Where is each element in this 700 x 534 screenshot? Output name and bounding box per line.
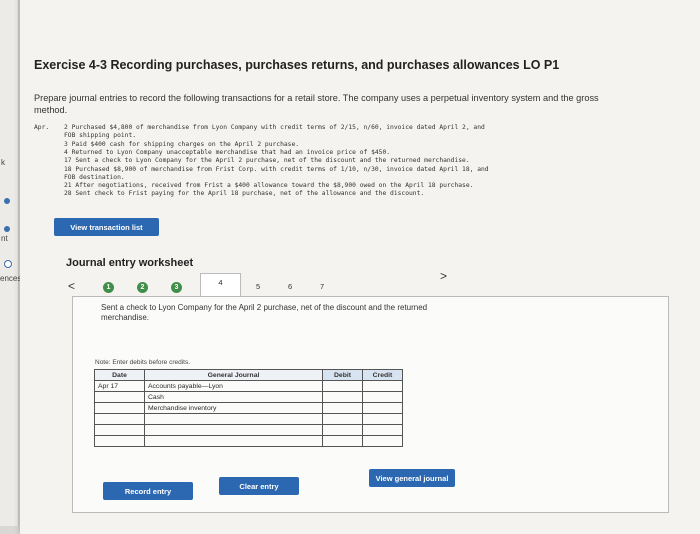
credit-header: Credit xyxy=(362,369,403,381)
date-cell[interactable] xyxy=(94,413,145,425)
transaction-prompt: Sent a check to Lyon Company for the Apr… xyxy=(101,303,428,322)
exercise-instructions: Prepare journal entries to record the fo… xyxy=(34,93,599,115)
table-row: Cash xyxy=(94,391,403,403)
debit-input[interactable] xyxy=(322,435,363,447)
transaction-line: 2 Purchased $4,800 of merchandise from L… xyxy=(64,124,485,131)
transaction-line: 3 Paid $400 cash for shipping charges on… xyxy=(64,140,300,148)
step-4-tab[interactable]: 4 xyxy=(200,273,241,297)
debit-input[interactable] xyxy=(322,380,363,392)
transaction-line: 17 Sent a check to Lyon Company for the … xyxy=(64,157,470,165)
account-cell[interactable] xyxy=(144,435,323,447)
credit-input[interactable] xyxy=(362,413,403,425)
transaction-line: 21 After negotiations, received from Fri… xyxy=(64,182,474,190)
date-cell[interactable] xyxy=(94,424,145,436)
exercise-title: Exercise 4-3 Recording purchases, purcha… xyxy=(34,58,560,72)
date-cell[interactable]: Apr 17 xyxy=(94,380,145,392)
credit-input[interactable] xyxy=(362,435,403,447)
table-row xyxy=(94,424,403,436)
table-row: Apr 17 Accounts payable—Lyon xyxy=(94,380,403,392)
exercise-page: Exercise 4-3 Recording purchases, purcha… xyxy=(20,0,700,534)
debit-header: Debit xyxy=(322,369,363,381)
account-cell[interactable]: Accounts payable—Lyon xyxy=(144,380,323,392)
debit-input[interactable] xyxy=(322,424,363,436)
sidebar-dot-icon xyxy=(4,198,10,204)
table-row xyxy=(94,435,403,447)
step-4-label: 4 xyxy=(218,278,223,287)
sidebar-ring-icon xyxy=(4,260,12,268)
next-arrow-icon[interactable]: > xyxy=(440,269,447,283)
date-cell[interactable] xyxy=(94,435,145,447)
table-row: Merchandise inventory xyxy=(94,402,403,414)
view-transaction-list-button[interactable]: View transaction list xyxy=(54,218,159,236)
debit-input[interactable] xyxy=(322,402,363,414)
step-6-tab[interactable]: 6 xyxy=(288,282,292,291)
view-general-journal-button[interactable]: View general journal xyxy=(369,469,455,487)
step-1-tab[interactable]: 1 xyxy=(103,282,114,293)
account-cell[interactable]: Merchandise inventory xyxy=(144,402,323,414)
table-row xyxy=(94,413,403,425)
account-cell[interactable] xyxy=(144,424,323,436)
date-cell[interactable] xyxy=(94,402,145,414)
account-cell[interactable] xyxy=(144,413,323,425)
transaction-month: Apr. xyxy=(34,124,50,131)
step-5-tab[interactable]: 5 xyxy=(256,282,260,291)
left-sidebar-strip: k nt ences xyxy=(0,0,21,526)
debit-input[interactable] xyxy=(322,391,363,403)
transaction-line: 4 Returned to Lyon Company unacceptable … xyxy=(64,148,391,156)
clear-entry-button[interactable]: Clear entry xyxy=(219,477,299,495)
transaction-line: FOB destination. xyxy=(64,173,125,181)
worksheet-title: Journal entry worksheet xyxy=(66,257,194,269)
step-3-tab[interactable]: 3 xyxy=(171,282,182,293)
sidebar-label-3[interactable]: ences xyxy=(0,274,21,283)
transaction-line: FOB shipping point. xyxy=(64,132,137,140)
step-2-tab[interactable]: 2 xyxy=(137,282,148,293)
account-cell[interactable]: Cash xyxy=(144,391,323,403)
credit-input[interactable] xyxy=(362,391,403,403)
step-7-tab[interactable]: 7 xyxy=(320,282,324,291)
journal-entry-panel: Sent a check to Lyon Company for the Apr… xyxy=(72,296,669,513)
transaction-line: 18 Purchased $8,900 of merchandise from … xyxy=(64,165,489,173)
sidebar-label-1: k xyxy=(1,158,5,167)
credit-input[interactable] xyxy=(362,380,403,392)
sidebar-label-2[interactable]: nt xyxy=(1,234,8,243)
journal-table: Date General Journal Debit Credit Apr 17… xyxy=(94,369,403,447)
debit-input[interactable] xyxy=(322,413,363,425)
transaction-line: 28 Sent check to Frist paying for the Ap… xyxy=(64,190,425,198)
entry-note: Note: Enter debits before credits. xyxy=(95,359,191,366)
sidebar-dot-icon xyxy=(4,226,10,232)
credit-input[interactable] xyxy=(362,402,403,414)
prev-arrow-icon[interactable]: < xyxy=(68,279,75,293)
credit-input[interactable] xyxy=(362,424,403,436)
date-header: Date xyxy=(94,369,145,381)
date-cell[interactable] xyxy=(94,391,145,403)
record-entry-button[interactable]: Record entry xyxy=(103,482,193,500)
general-journal-header: General Journal xyxy=(144,369,323,381)
